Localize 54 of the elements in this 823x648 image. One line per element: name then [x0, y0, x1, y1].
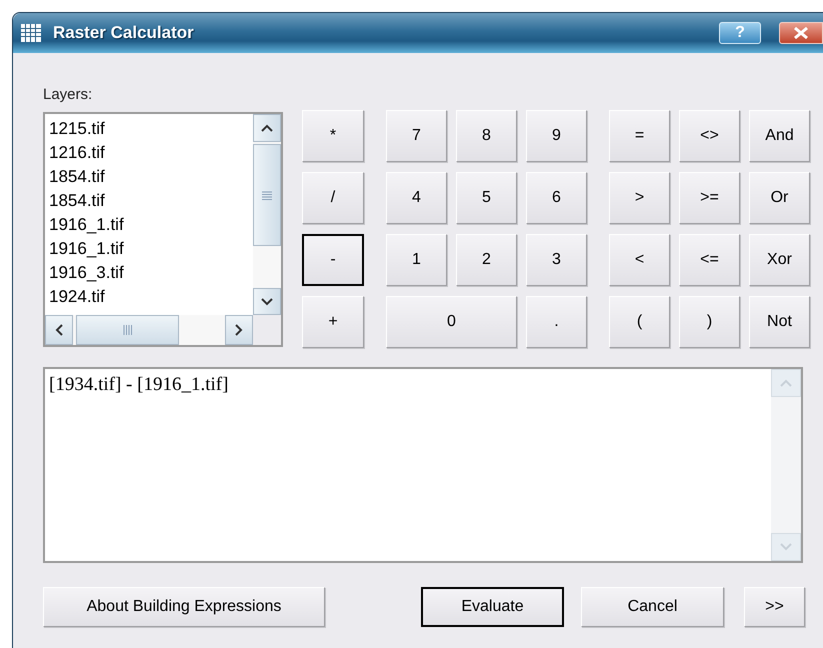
scroll-thumb[interactable] [253, 144, 281, 246]
key-button[interactable]: Xor [749, 234, 810, 286]
cancel-button[interactable]: Cancel [581, 587, 724, 627]
key-button[interactable]: 9 [526, 110, 587, 162]
layer-item[interactable]: 1854.tif [49, 189, 105, 213]
layer-item[interactable]: 1924.tif [49, 285, 105, 309]
key-button[interactable]: 0 [386, 296, 517, 348]
key-button[interactable]: <= [679, 234, 740, 286]
key-button[interactable]: + [302, 296, 364, 348]
help-button[interactable]: About Building Expressions [43, 587, 325, 627]
key-button[interactable]: / [302, 172, 364, 224]
scroll-up-button[interactable] [253, 114, 281, 142]
key-button[interactable]: 5 [456, 172, 517, 224]
layer-item[interactable]: 1854.tif [49, 165, 105, 189]
scroll-left-button[interactable] [45, 315, 73, 345]
key-button[interactable]: ( [609, 296, 670, 348]
key-button[interactable]: . [526, 296, 587, 348]
evaluate-button[interactable]: Evaluate [421, 587, 564, 627]
key-button[interactable]: = [609, 110, 670, 162]
key-button[interactable]: Not [749, 296, 810, 348]
key-button[interactable]: 2 [456, 234, 517, 286]
scroll-right-button[interactable] [225, 315, 253, 345]
scroll-thumb[interactable] [76, 315, 179, 345]
layer-item[interactable]: 1215.tif [49, 117, 105, 141]
grip-icon [262, 190, 272, 200]
layer-item[interactable]: 1916_1.tif [49, 213, 124, 237]
key-button[interactable]: > [609, 172, 670, 224]
layer-item[interactable]: 1216.tif [49, 141, 105, 165]
key-button[interactable]: - [302, 234, 364, 286]
key-button[interactable]: 3 [526, 234, 587, 286]
more-button[interactable]: >> [744, 587, 805, 627]
key-button[interactable]: And [749, 110, 810, 162]
window-title: Raster Calculator [53, 22, 194, 44]
close-button[interactable] [779, 22, 823, 44]
key-button[interactable]: 8 [456, 110, 517, 162]
key-button[interactable]: 6 [526, 172, 587, 224]
scroll-down-button[interactable] [253, 288, 281, 315]
key-button[interactable]: * [302, 110, 364, 162]
layer-item[interactable]: 1916_3.tif [49, 261, 124, 285]
grip-icon [123, 325, 132, 335]
expression-text: [1934.tif] - [1916_1.tif] [49, 374, 228, 395]
scrollbar-corner [253, 315, 281, 345]
key-button[interactable]: 1 [386, 234, 447, 286]
key-button[interactable]: 7 [386, 110, 447, 162]
key-button[interactable]: >= [679, 172, 740, 224]
grid-icon [21, 24, 41, 42]
key-button[interactable]: ) [679, 296, 740, 348]
key-button[interactable]: 4 [386, 172, 447, 224]
close-icon [793, 27, 809, 39]
key-button[interactable]: Or [749, 172, 810, 224]
layers-label: Layers: [43, 85, 94, 105]
key-button[interactable]: < [609, 234, 670, 286]
layer-item[interactable]: 1916_1.tif [49, 237, 124, 261]
key-button[interactable]: <> [679, 110, 740, 162]
